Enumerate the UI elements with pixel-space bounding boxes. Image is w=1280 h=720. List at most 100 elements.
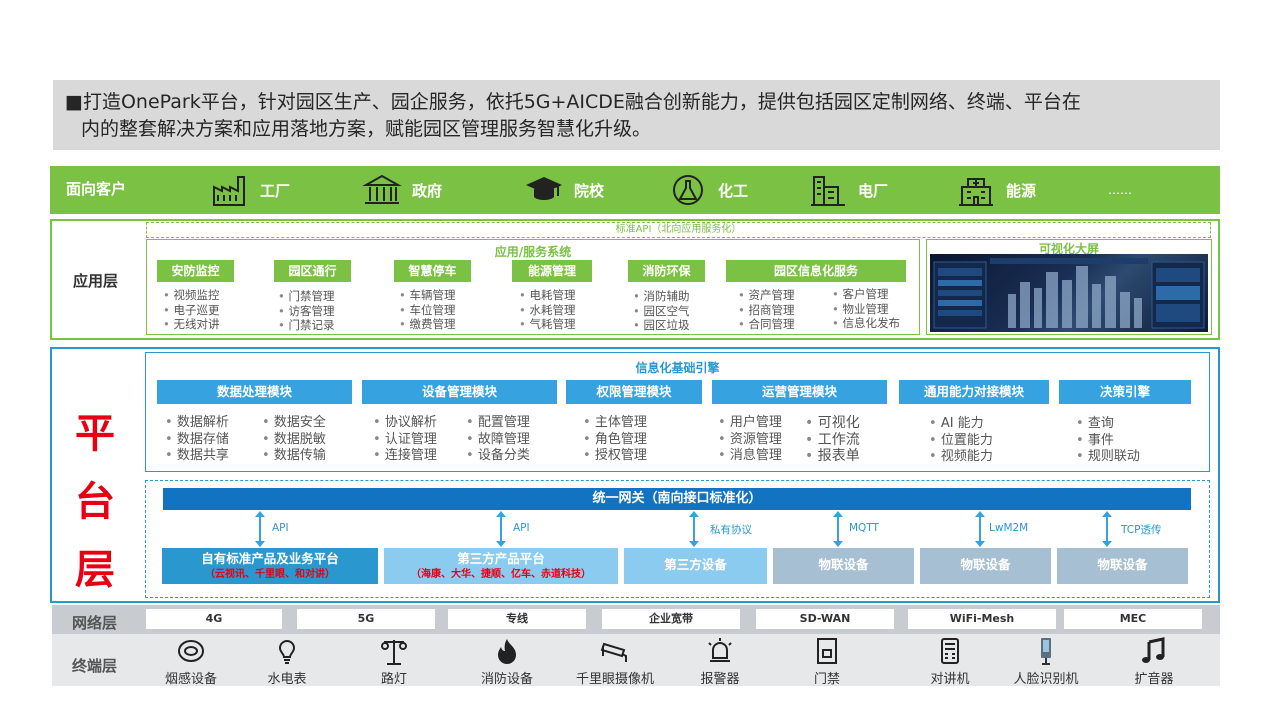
iot-device-box-3: 物联设备	[1057, 548, 1188, 584]
customer-label: 电厂	[858, 181, 889, 200]
app-module-info-list-2: 客户管理 物业管理 信息化发布	[832, 287, 900, 331]
list-item: 气耗管理	[519, 317, 575, 332]
terminal-label: 路灯	[380, 672, 407, 687]
list-item: 设备分类	[466, 448, 530, 465]
list-item: 无线对讲	[163, 317, 219, 332]
door-access-icon	[817, 638, 837, 664]
app-module-access: 园区通行	[274, 260, 351, 282]
decision-engine-list: 查询 事件 规则联动	[1076, 416, 1140, 466]
app-module-info-service: 园区信息化服务	[726, 260, 906, 282]
list-item: 数据传输	[262, 448, 326, 465]
customer-bar: 面向客户 工厂 政府 院校 化工 电厂 能源 ……	[50, 166, 1220, 214]
customer-energy: 能源	[956, 173, 1036, 207]
terminal-street-light: 路灯	[349, 636, 439, 687]
permission-list: 主体管理 角色管理 授权管理	[583, 415, 647, 465]
app-module-parking: 智慧停车	[394, 260, 471, 282]
terminal-access-control: 门禁	[782, 636, 872, 687]
device-management-list-2: 配置管理 故障管理 设备分类	[466, 415, 530, 465]
module-general-capability: 通用能力对接模块	[899, 380, 1049, 404]
terminal-label: 报警器	[700, 672, 740, 687]
app-service-title: 应用/服务系统	[494, 245, 572, 259]
app-module-fire: 消防环保	[628, 260, 705, 282]
list-item: 园区空气	[633, 304, 689, 319]
list-item: 数据存储	[165, 432, 229, 449]
customer-label: 政府	[412, 181, 443, 200]
list-item: 规则联动	[1076, 449, 1140, 466]
network-item: 企业宽带	[602, 609, 740, 629]
operations-list-2: 可视化 工作流 报表单	[805, 415, 860, 465]
protocol-label: 私有协议	[710, 524, 752, 536]
list-item: 物业管理	[832, 302, 900, 317]
bidirectional-arrow-icon	[1102, 511, 1112, 547]
platform-label-char: 台	[75, 479, 115, 525]
list-item: 招商管理	[738, 303, 794, 318]
third-party-device-box: 第三方设备	[624, 548, 767, 584]
face-recognition-device-icon	[1041, 638, 1051, 665]
iot-device-title: 物联设备	[960, 557, 1011, 572]
module-operations: 运营管理模块	[712, 380, 887, 404]
protocol-label: MQTT	[849, 522, 879, 534]
module-data-processing: 数据处理模块	[157, 380, 352, 404]
module-permission: 权限管理模块	[566, 380, 702, 404]
terminal-face-recognition: 人脸识别机	[1000, 636, 1092, 687]
network-item: 专线	[448, 609, 586, 629]
app-module-energy: 能源管理	[512, 260, 592, 282]
terminal-label: 水电表	[267, 672, 307, 687]
list-item: 访客管理	[278, 304, 334, 319]
list-item: 数据共享	[165, 448, 229, 465]
list-item: 主体管理	[583, 415, 647, 432]
intercom-icon	[941, 638, 959, 664]
bidirectional-arrow-icon	[975, 511, 985, 547]
security-camera-icon	[600, 642, 627, 662]
list-item: 配置管理	[466, 415, 530, 432]
unified-gateway-bar: 统一网关（南向接口标准化）	[163, 488, 1191, 510]
protocol-label: TCP透传	[1121, 524, 1162, 536]
chemical-flask-icon	[673, 175, 703, 205]
list-item: 资源管理	[718, 432, 782, 449]
terminal-loudspeaker: 扩音器	[1109, 636, 1199, 687]
app-module-parking-list: 车辆管理 车位管理 缴费管理	[399, 288, 455, 332]
list-item: 数据安全	[262, 415, 326, 432]
north-api-bar: 标准API（北向应用服务化）	[146, 222, 1211, 238]
third-party-device-title: 第三方设备	[664, 557, 727, 572]
meter-bulb-icon	[278, 640, 296, 664]
hospital-building-icon	[959, 178, 993, 206]
alarm-siren-icon	[708, 638, 732, 662]
module-device-management: 设备管理模块	[362, 380, 557, 404]
protocol-label: LwM2M	[989, 522, 1029, 534]
terminal-label: 扩音器	[1134, 672, 1174, 687]
customer-label: 化工	[718, 181, 749, 200]
customer-school: 院校	[524, 173, 604, 207]
network-item: MEC	[1064, 609, 1202, 629]
network-item: 5G	[297, 609, 435, 629]
list-item: 工作流	[805, 432, 860, 449]
customer-label: 工厂	[260, 181, 291, 200]
smoke-detector-icon	[178, 640, 204, 662]
list-item: 缴费管理	[399, 317, 455, 332]
intro-banner: ■打造OnePark平台，针对园区生产、园企服务，依托5G+AICDE融合创新能…	[53, 80, 1220, 150]
flame-icon	[498, 639, 516, 664]
customer-more: ……	[1108, 173, 1132, 207]
platform-layer-label: 平 台 层	[70, 400, 120, 604]
list-item: 连接管理	[373, 448, 437, 465]
power-plant-icon	[811, 176, 845, 206]
own-products-sub: （云视讯、千里眼、和对讲）	[205, 569, 335, 580]
info-engine-title: 信息化基础引擎	[635, 361, 720, 375]
list-item: 视频能力	[929, 449, 993, 466]
street-light-icon	[381, 640, 407, 665]
bidirectional-arrow-icon	[255, 511, 265, 547]
list-item: 信息化发布	[832, 316, 900, 331]
terminal-label: 人脸识别机	[1013, 672, 1079, 687]
terminal-label: 千里眼摄像机	[575, 672, 654, 687]
app-module-security: 安防监控	[157, 260, 234, 282]
customer-label: 院校	[574, 181, 605, 200]
protocol-label: API	[272, 522, 289, 534]
music-note-icon	[1142, 637, 1165, 663]
network-layer-label: 网络层	[72, 614, 118, 632]
customer-power-plant: 电厂	[808, 173, 888, 207]
list-item: 资产管理	[738, 288, 794, 303]
app-module-access-list: 门禁管理 访客管理 门禁记录	[278, 289, 334, 333]
data-processing-list-2: 数据安全 数据脱敏 数据传输	[262, 415, 326, 465]
factory-icon	[213, 176, 245, 206]
list-item: 电子巡更	[163, 303, 219, 318]
